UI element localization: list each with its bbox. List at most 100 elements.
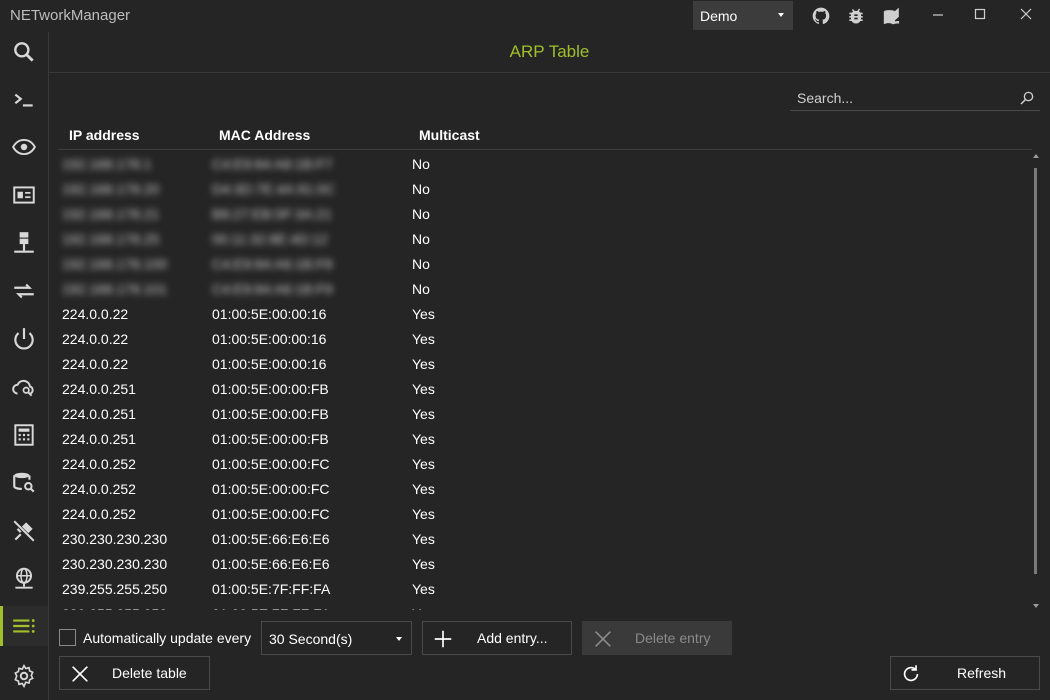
close-icon[interactable] <box>1014 4 1038 26</box>
maximize-icon[interactable] <box>968 4 992 26</box>
table-row[interactable]: 224.0.0.252 01:00:5E:00:00:FC Yes <box>58 452 1032 477</box>
table-row[interactable]: 192.168.178.100 C4:E9:84:A6:1B:F8 No <box>58 252 1032 277</box>
table-row[interactable]: 224.0.0.22 01:00:5E:00:00:16 Yes <box>58 352 1032 377</box>
plug-disconnected-icon <box>13 520 35 542</box>
table-row[interactable]: 224.0.0.252 01:00:5E:00:00:FC Yes <box>58 502 1032 527</box>
sidebar-item-search[interactable] <box>0 32 48 72</box>
search-input[interactable] <box>790 87 1010 109</box>
cell-ip: 192.168.178.21 <box>62 206 160 222</box>
page-title: ARP Table <box>509 42 590 61</box>
scrollbar-thumb[interactable] <box>1034 168 1037 574</box>
cell-ip: 224.0.0.251 <box>62 431 136 447</box>
sidebar-item-subnet-calculator[interactable] <box>0 415 48 455</box>
table-row[interactable]: 230.230.230.230 01:00:5E:66:E6:E6 Yes <box>58 552 1032 577</box>
book-icon[interactable] <box>883 6 903 26</box>
gear-icon <box>14 664 34 689</box>
cell-ip: 230.230.230.230 <box>62 531 168 547</box>
cell-mac: 01:00:5E:00:00:FB <box>212 406 329 422</box>
cell-multicast: Yes <box>412 531 435 547</box>
cell-ip: 192.168.178.1 <box>62 156 152 172</box>
chevron-down-icon <box>396 637 402 641</box>
sidebar-item-arp-table[interactable] <box>0 606 48 646</box>
refresh-label: Refresh <box>957 665 1007 681</box>
cell-multicast: No <box>412 206 430 222</box>
table-row[interactable]: 224.0.0.252 01:00:5E:00:00:FC Yes <box>58 477 1032 502</box>
add-entry-button[interactable]: Add entry... <box>422 621 572 655</box>
cell-ip: 224.0.0.22 <box>62 331 129 347</box>
column-header-multicast[interactable]: Multicast <box>419 127 480 143</box>
table-row[interactable]: 192.168.178.1 C4:E9:84:A6:1B:F7 No <box>58 152 1032 177</box>
table-row[interactable]: 192.168.178.101 C4:E9:84:A6:1B:F9 No <box>58 277 1032 302</box>
cell-mac: 01:00:5E:00:00:FB <box>212 381 329 397</box>
cell-multicast: Yes <box>412 506 435 522</box>
cell-ip: 239.255.255.250 <box>62 606 167 610</box>
add-entry-label: Add entry... <box>477 630 548 646</box>
power-icon <box>14 328 34 350</box>
cell-multicast: Yes <box>412 356 435 372</box>
cell-ip: 224.0.0.252 <box>62 481 136 497</box>
sidebar-item-terminal[interactable] <box>0 80 48 120</box>
cell-mac: C4:E9:84:A6:1B:F7 <box>212 156 333 172</box>
cell-multicast: Yes <box>412 431 435 447</box>
update-interval-dropdown[interactable]: 30 Second(s) <box>261 621 412 655</box>
delete-table-label: Delete table <box>112 665 187 681</box>
cell-mac: 01:00:5E:00:00:FC <box>212 456 330 472</box>
cell-ip: 192.168.178.101 <box>62 281 168 297</box>
cell-multicast: Yes <box>412 331 435 347</box>
close-icon <box>72 666 88 682</box>
sidebar-item-lookup[interactable] <box>0 463 48 503</box>
github-icon[interactable] <box>811 6 831 26</box>
table-row[interactable]: 230.230.230.230 01:00:5E:66:E6:E6 Yes <box>58 527 1032 552</box>
table-row[interactable]: 224.0.0.251 01:00:5E:00:00:FB Yes <box>58 377 1032 402</box>
cell-ip: 224.0.0.251 <box>62 381 136 397</box>
sidebar-item-transfer[interactable] <box>0 271 48 311</box>
refresh-button[interactable]: Refresh <box>890 656 1040 690</box>
search-box <box>790 87 1040 111</box>
delete-entry-button[interactable]: Delete entry <box>582 621 732 655</box>
sidebar-item-connections[interactable] <box>0 511 48 551</box>
cell-ip: 192.168.178.20 <box>62 181 160 197</box>
search-icon[interactable] <box>1018 89 1036 107</box>
id-card-icon <box>13 186 35 204</box>
sidebar-item-server[interactable] <box>0 223 48 263</box>
table-body: 192.168.178.1 C4:E9:84:A6:1B:F7 No 192.168.… <box>58 152 1032 610</box>
title-bar: NETworkManager Demo <box>0 0 1050 32</box>
cell-mac: 01:00:5E:00:00:16 <box>212 331 327 347</box>
terminal-icon <box>14 93 33 107</box>
profile-dropdown[interactable]: Demo <box>693 1 793 30</box>
sidebar-item-dns-lookup[interactable] <box>0 367 48 407</box>
column-header-mac-address[interactable]: MAC Address <box>219 127 310 143</box>
plus-icon <box>434 630 452 648</box>
delete-table-button[interactable]: Delete table <box>59 656 210 690</box>
minimize-icon[interactable] <box>926 4 950 26</box>
table-row[interactable]: 192.168.178.20 D4:3D:7E:4A:91:0C No <box>58 177 1032 202</box>
sidebar-item-web-console[interactable] <box>0 559 48 599</box>
auto-update-label[interactable]: Automatically update every <box>83 630 251 646</box>
table-row[interactable]: 192.168.178.21 B8:27:EB:5F:3A:21 No <box>58 202 1032 227</box>
table-row[interactable]: 192.168.178.25 00:11:32:8E:4D:12 No <box>58 227 1032 252</box>
table-row[interactable]: 224.0.0.251 01:00:5E:00:00:FB Yes <box>58 402 1032 427</box>
cell-multicast: Yes <box>412 556 435 572</box>
table-row[interactable]: 239.255.255.250 01:00:5E:7F:FF:FA Yes <box>58 602 1032 610</box>
update-interval-value: 30 Second(s) <box>269 631 353 647</box>
table-row[interactable]: 224.0.0.251 01:00:5E:00:00:FB Yes <box>58 427 1032 452</box>
column-header-ip-address[interactable]: IP address <box>69 127 140 143</box>
cell-multicast: Yes <box>412 381 435 397</box>
auto-update-checkbox[interactable] <box>59 629 76 646</box>
cell-mac: 01:00:5E:7F:FF:FA <box>212 581 331 597</box>
cell-ip: 239.255.255.250 <box>62 581 168 597</box>
sidebar-item-info[interactable] <box>0 175 48 215</box>
cell-multicast: No <box>412 231 430 247</box>
table-row[interactable]: 224.0.0.22 01:00:5E:00:00:16 Yes <box>58 327 1032 352</box>
table-row[interactable]: 224.0.0.22 01:00:5E:00:00:16 Yes <box>58 302 1032 327</box>
table-row[interactable]: 239.255.255.250 01:00:5E:7F:FF:FA Yes <box>58 577 1032 602</box>
search-icon <box>14 42 34 62</box>
scroll-up-icon[interactable] <box>1033 154 1039 158</box>
bug-icon[interactable] <box>846 6 866 26</box>
cell-mac: 01:00:5E:00:00:FB <box>212 431 329 447</box>
sidebar-item-monitor[interactable] <box>0 127 48 167</box>
sidebar-item-settings[interactable] <box>0 656 48 696</box>
vertical-scrollbar[interactable] <box>1032 152 1040 610</box>
scroll-down-icon[interactable] <box>1033 604 1039 608</box>
sidebar-item-wake-on-lan[interactable] <box>0 319 48 359</box>
